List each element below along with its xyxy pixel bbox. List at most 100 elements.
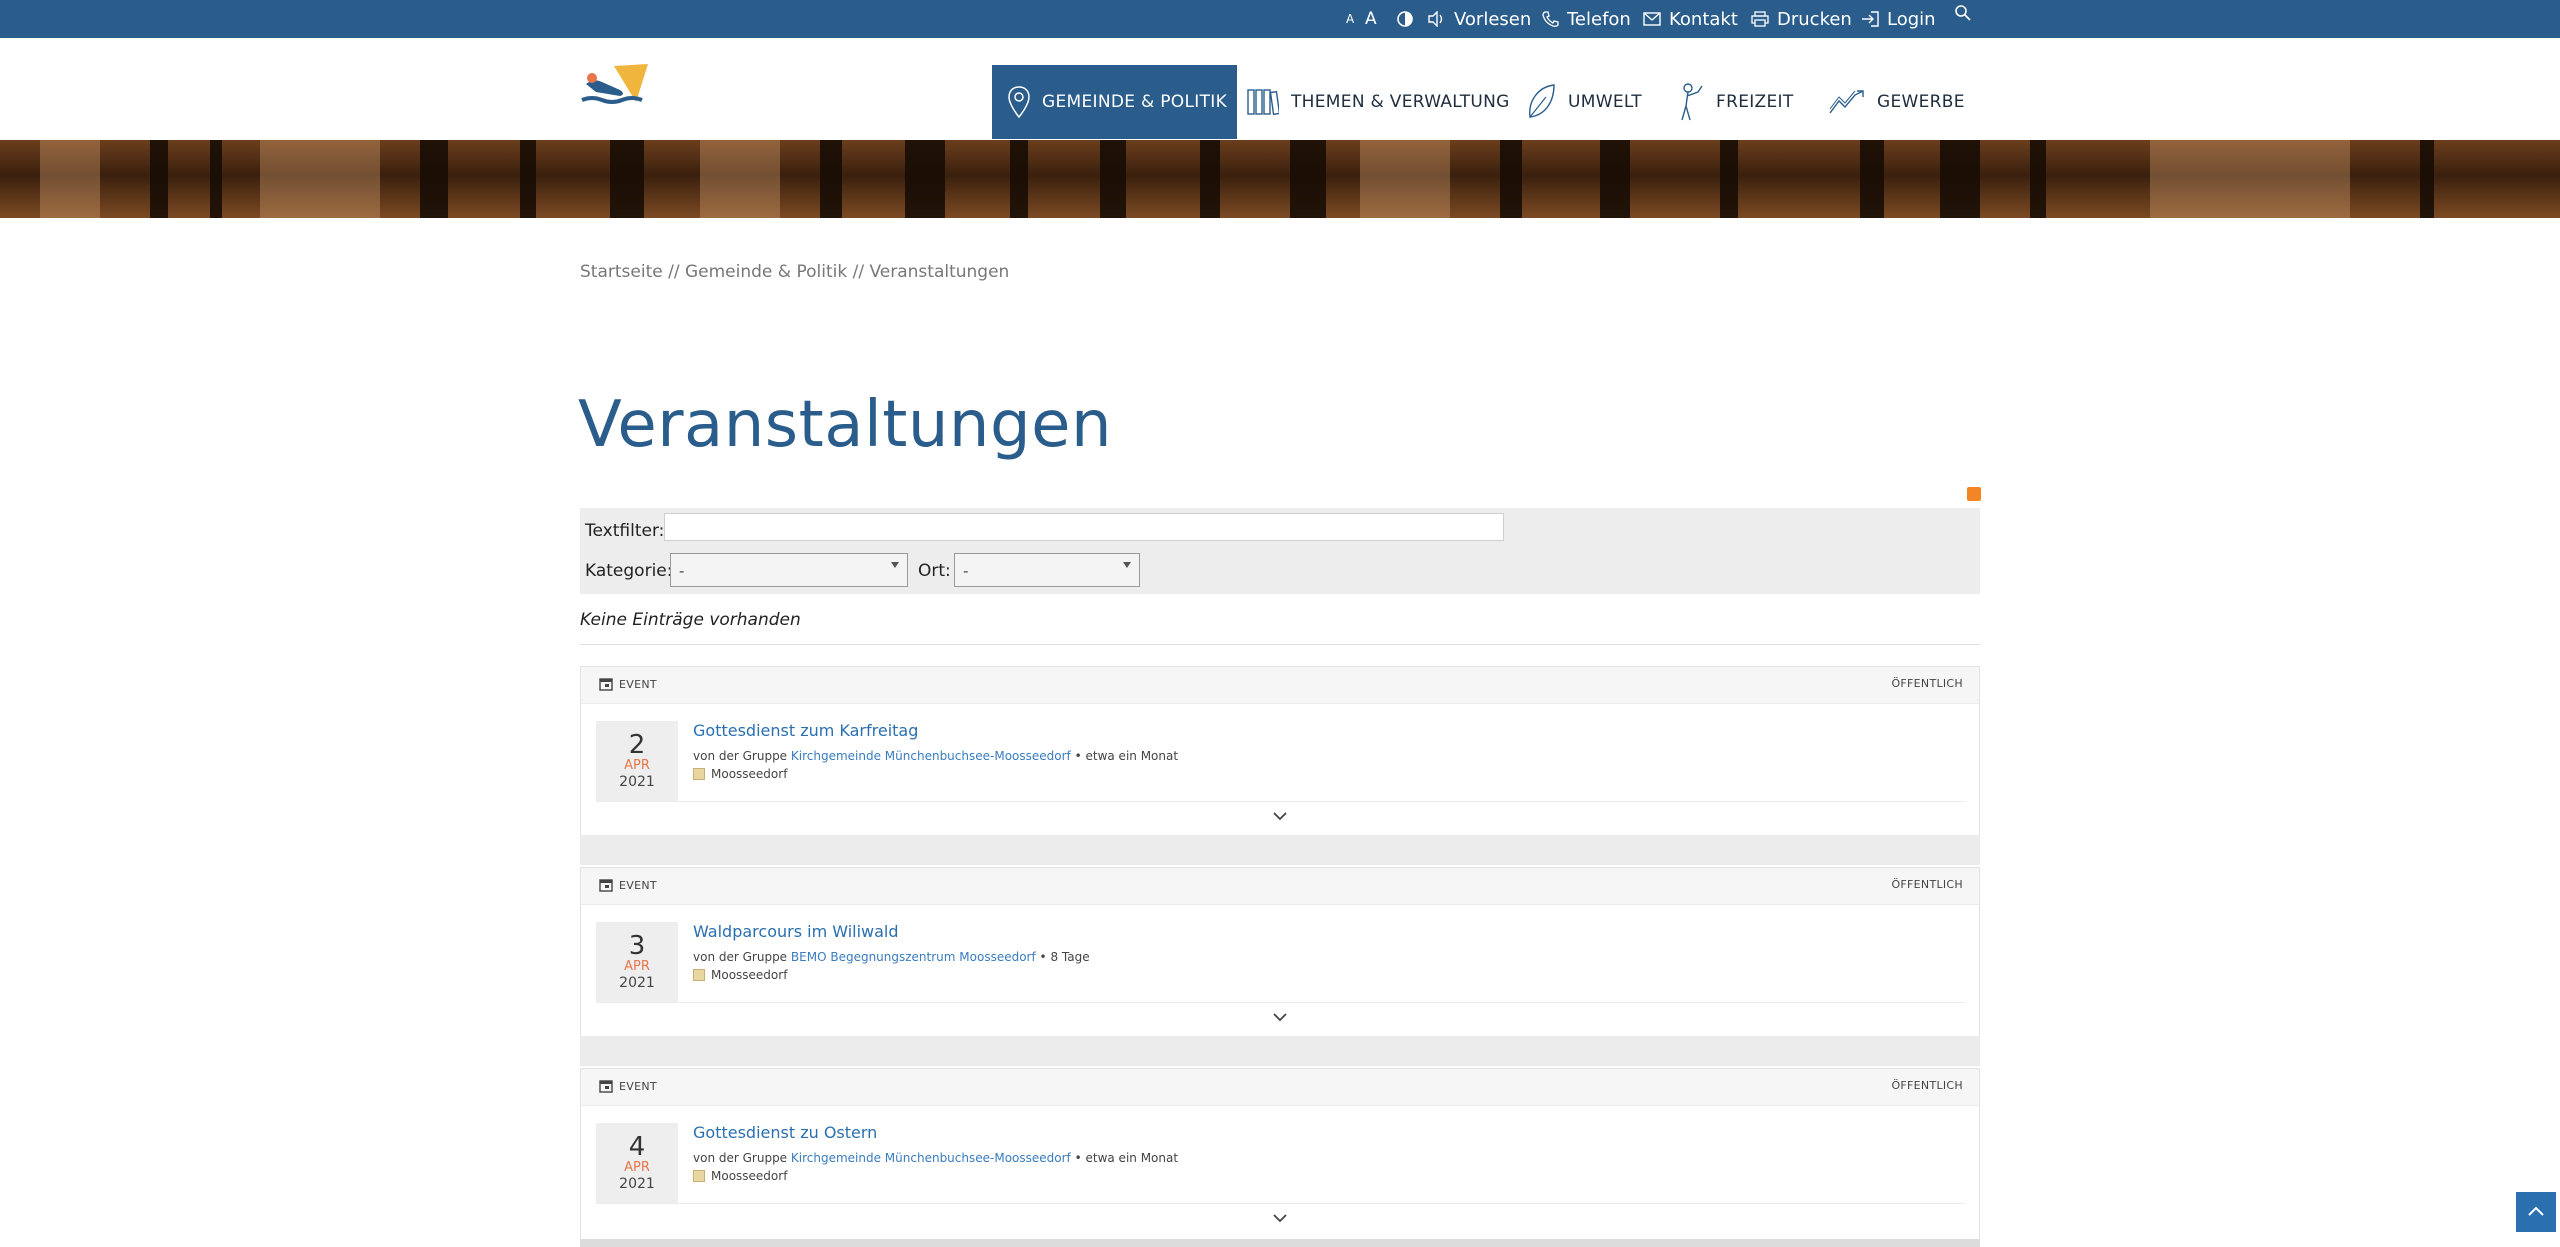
breadcrumb-home[interactable]: Startseite (580, 262, 663, 282)
font-size-small-button[interactable]: A (1346, 0, 1354, 38)
event-year: 2021 (619, 1176, 655, 1192)
event-visibility: ÖFFENTLICH (1891, 677, 1963, 690)
event-by: von der Gruppe (693, 1151, 788, 1165)
event-place: Moosseedorf (693, 1169, 787, 1183)
event-meta: von der Gruppe BEMO Begegnungszentrum Mo… (693, 950, 1090, 964)
telefon-label: Telefon (1567, 8, 1631, 30)
divider (596, 801, 1966, 802)
no-entries-message: Keine Einträge vorhanden (580, 610, 801, 630)
event-card-header: EVENT ÖFFENTLICH (581, 1069, 1979, 1106)
divider (596, 1203, 1966, 1204)
textfilter-input[interactable] (664, 513, 1504, 541)
event-type: EVENT (599, 677, 657, 691)
phone-icon (1542, 10, 1559, 27)
telefon-button[interactable]: Telefon (1542, 0, 1631, 38)
event-card-header: EVENT ÖFFENTLICH (581, 667, 1979, 704)
event-card: EVENT ÖFFENTLICH 2 APR 2021 Gottesdienst… (580, 666, 1980, 865)
event-visibility: ÖFFENTLICH (1891, 1079, 1963, 1092)
event-card: EVENT ÖFFENTLICH 4 APR 2021 Gottesdienst… (580, 1068, 1980, 1247)
event-title-link[interactable]: Gottesdienst zum Karfreitag (693, 721, 918, 740)
event-year: 2021 (619, 975, 655, 991)
login-icon (1862, 11, 1879, 27)
event-duration: • 8 Tage (1039, 950, 1090, 964)
nav-gemeinde-politik[interactable]: GEMEINDE & POLITIK (992, 65, 1237, 139)
event-year: 2021 (619, 774, 655, 790)
location-flag-icon (693, 768, 705, 780)
login-label: Login (1887, 8, 1936, 30)
ort-label: Ort: (918, 561, 951, 581)
nav-umwelt[interactable]: UMWELT (1526, 65, 1642, 139)
event-title-link[interactable]: Waldparcours im Wiliwald (693, 922, 899, 941)
event-card: EVENT ÖFFENTLICH 3 APR 2021 Waldparcours… (580, 867, 1980, 1066)
nav-gewerbe[interactable]: GEWERBE (1829, 65, 1965, 139)
breadcrumb: Startseite // Gemeinde & Politik // Vera… (580, 262, 1009, 282)
hero-banner (0, 140, 2560, 218)
rss-feed-icon[interactable] (1967, 487, 1981, 501)
breadcrumb-separator: // (852, 262, 865, 282)
event-title-link[interactable]: Gottesdienst zu Ostern (693, 1123, 877, 1142)
chevron-down-icon[interactable] (1273, 1012, 1287, 1022)
scroll-to-top-button[interactable] (2516, 1192, 2556, 1232)
vorlesen-label: Vorlesen (1454, 8, 1532, 30)
vorlesen-button[interactable]: Vorlesen (1428, 0, 1531, 38)
breadcrumb-current: Veranstaltungen (869, 262, 1010, 282)
event-month: APR (624, 959, 650, 974)
kategorie-select-value: - (679, 562, 685, 580)
chevron-down-icon[interactable] (1273, 1213, 1287, 1223)
event-month: APR (624, 758, 650, 773)
textfilter-label: Textfilter: (585, 521, 665, 541)
person-icon (1681, 83, 1703, 121)
mail-icon (1643, 12, 1661, 26)
event-by: von der Gruppe (693, 950, 788, 964)
event-day: 3 (628, 931, 646, 961)
event-duration: • etwa ein Monat (1074, 749, 1179, 763)
divider (596, 1002, 1966, 1003)
chart-trend-icon (1829, 90, 1864, 114)
font-size-large-button[interactable]: A (1365, 0, 1377, 38)
nav-themen-verwaltung[interactable]: THEMEN & VERWALTUNG (1247, 65, 1510, 139)
kontakt-button[interactable]: Kontakt (1643, 0, 1738, 38)
event-date: 3 APR 2021 (596, 922, 678, 1002)
nav-label: GEMEINDE & POLITIK (1042, 92, 1228, 112)
ort-select-value: - (963, 562, 969, 580)
event-duration: • etwa ein Monat (1074, 1151, 1179, 1165)
kategorie-label: Kategorie: (585, 561, 673, 581)
contrast-toggle[interactable] (1397, 0, 1413, 38)
nav-label: UMWELT (1568, 92, 1642, 112)
dropdown-arrow-icon (891, 562, 899, 568)
site-logo[interactable] (580, 62, 650, 112)
ort-select[interactable]: - (954, 553, 1140, 587)
event-group-link[interactable]: Kirchgemeinde Münchenbuchsee-Moosseedorf (791, 749, 1071, 763)
event-place-label: Moosseedorf (711, 767, 788, 781)
event-group-link[interactable]: BEMO Begegnungszentrum Moosseedorf (791, 950, 1036, 964)
event-group-link[interactable]: Kirchgemeinde Münchenbuchsee-Moosseedorf (791, 1151, 1071, 1165)
event-card-header: EVENT ÖFFENTLICH (581, 868, 1979, 905)
breadcrumb-separator: // (668, 262, 680, 282)
drucken-label: Drucken (1777, 8, 1852, 30)
event-day: 4 (628, 1132, 646, 1162)
event-meta: von der Gruppe Kirchgemeinde Münchenbuch… (693, 749, 1178, 763)
breadcrumb-gemeinde-politik[interactable]: Gemeinde & Politik (685, 262, 847, 282)
speaker-icon (1428, 11, 1443, 27)
books-icon (1247, 89, 1279, 116)
font-large-label: A (1365, 9, 1377, 29)
calendar-icon (599, 678, 613, 691)
event-month: APR (624, 1160, 650, 1175)
event-place-label: Moosseedorf (711, 1169, 788, 1183)
nav-freizeit[interactable]: FREIZEIT (1678, 65, 1794, 139)
kategorie-select[interactable]: - (670, 553, 908, 587)
nav-label: THEMEN & VERWALTUNG (1291, 92, 1510, 112)
event-place-label: Moosseedorf (711, 968, 788, 982)
map-pin-icon (1008, 86, 1030, 118)
login-button[interactable]: Login (1861, 0, 1936, 38)
nav-label: FREIZEIT (1716, 92, 1794, 112)
search-button[interactable] (1954, 0, 1971, 42)
page-title: Veranstaltungen (578, 388, 1112, 462)
contrast-icon (1397, 11, 1413, 27)
dropdown-arrow-icon (1123, 562, 1131, 568)
nav-label: GEWERBE (1877, 92, 1965, 112)
chevron-down-icon[interactable] (1273, 811, 1287, 821)
location-flag-icon (693, 969, 705, 981)
drucken-button[interactable]: Drucken (1751, 0, 1852, 38)
top-utility-bar: A A Vorlesen Telefon Kontakt Drucken Log… (0, 0, 2560, 38)
